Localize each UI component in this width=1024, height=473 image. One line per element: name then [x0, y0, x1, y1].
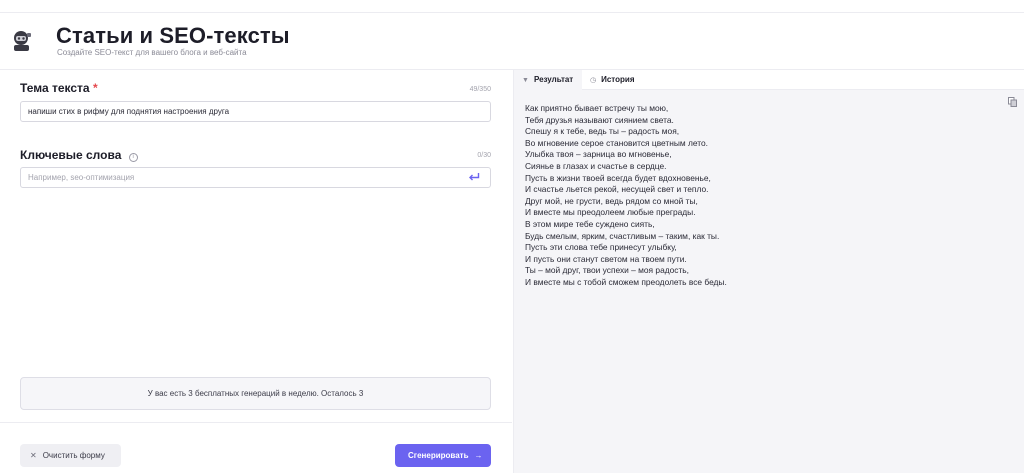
- topic-label: Тема текста *: [20, 81, 98, 95]
- keywords-label: Ключевые слова i: [20, 148, 138, 162]
- tab-history[interactable]: ◷ История: [590, 70, 660, 90]
- page-subtitle: Создайте SEO-текст для вашего блога и ве…: [57, 48, 247, 57]
- result-line: Пусть в жизни твоей всегда будет вдохнов…: [525, 172, 711, 183]
- result-text: Как приятно бывает встречу ты мою, Тебя …: [525, 103, 995, 289]
- result-tabs: ▼ Результат ◷ История: [514, 70, 1024, 90]
- result-line: И вместе мы преодолеем любые преграды.: [525, 207, 696, 218]
- result-line: Пусть эти слова тебе принесут улыбку,: [525, 242, 677, 253]
- clear-form-label: Очистить форму: [42, 451, 105, 460]
- tab-history-label: История: [601, 75, 635, 84]
- robot-avatar-icon: [14, 31, 31, 51]
- tab-result-label: Результат: [533, 75, 574, 84]
- page-header: Статьи и SEO-тексты Создайте SEO-текст д…: [0, 14, 1024, 70]
- result-line: Ты – мой друг, твои успехи – моя радость…: [525, 265, 689, 276]
- tab-result[interactable]: ▼ Результат: [514, 70, 582, 90]
- topic-input[interactable]: напиши стих в рифму для поднятия настрое…: [20, 101, 491, 122]
- generate-label: Сгенерировать: [408, 451, 469, 460]
- keywords-label-text: Ключевые слова: [20, 148, 122, 162]
- topic-counter: 49/350: [469, 86, 491, 93]
- result-line: Как приятно бывает встречу ты мою,: [525, 103, 669, 113]
- generation-limit-notice: У вас есть 3 бесплатных генераций в неде…: [20, 377, 491, 410]
- topic-label-text: Тема текста: [20, 81, 90, 95]
- result-line: Спешу я к тебе, ведь ты – радость моя,: [525, 126, 680, 137]
- result-line: Сиянье в глазах и счастье в сердце.: [525, 160, 667, 171]
- footer-divider: [0, 422, 512, 423]
- result-line: Друг мой, не грусти, ведь рядом со мной …: [525, 195, 698, 206]
- result-line: В этом мире тебе суждено сиять,: [525, 218, 655, 229]
- keywords-input[interactable]: Например, seo-оптимизация: [20, 167, 491, 188]
- info-icon[interactable]: i: [128, 153, 138, 162]
- result-line: Тебя друзья называют сиянием света.: [525, 114, 674, 125]
- result-line: И вместе мы с тобой сможем преодолеть вс…: [525, 276, 727, 287]
- result-panel: ▼ Результат ◷ История Как приятно бывает в…: [513, 70, 1024, 473]
- keywords-counter: 0/30: [477, 152, 491, 159]
- required-mark: *: [92, 81, 98, 95]
- result-line: Во мгновение серое становится цветным ле…: [525, 137, 708, 148]
- result-line: Улыбка твоя – зарница во мгновенье,: [525, 149, 672, 160]
- keywords-placeholder: Например, seo-оптимизация: [28, 173, 135, 182]
- generate-button[interactable]: Сгенерировать →: [395, 444, 491, 467]
- copy-icon[interactable]: [1008, 97, 1017, 107]
- enter-icon[interactable]: [468, 172, 480, 182]
- close-icon: ✕: [30, 451, 37, 460]
- result-line: И пусть они станут светом на твоем пути.: [525, 253, 687, 264]
- result-line: Будь смелым, ярким, счастливым – таким, …: [525, 230, 720, 241]
- pin-icon: ▼: [522, 77, 529, 84]
- top-strip: [0, 0, 1024, 13]
- clock-icon: ◷: [590, 77, 597, 84]
- form-panel: Тема текста * 49/350 напиши стих в рифму…: [0, 70, 512, 473]
- page-title: Статьи и SEO-тексты: [56, 23, 290, 48]
- clear-form-button[interactable]: ✕ Очистить форму: [20, 444, 121, 467]
- result-line: И счастье льется рекой, несущей свет и т…: [525, 184, 709, 195]
- arrow-right-icon: →: [474, 451, 483, 460]
